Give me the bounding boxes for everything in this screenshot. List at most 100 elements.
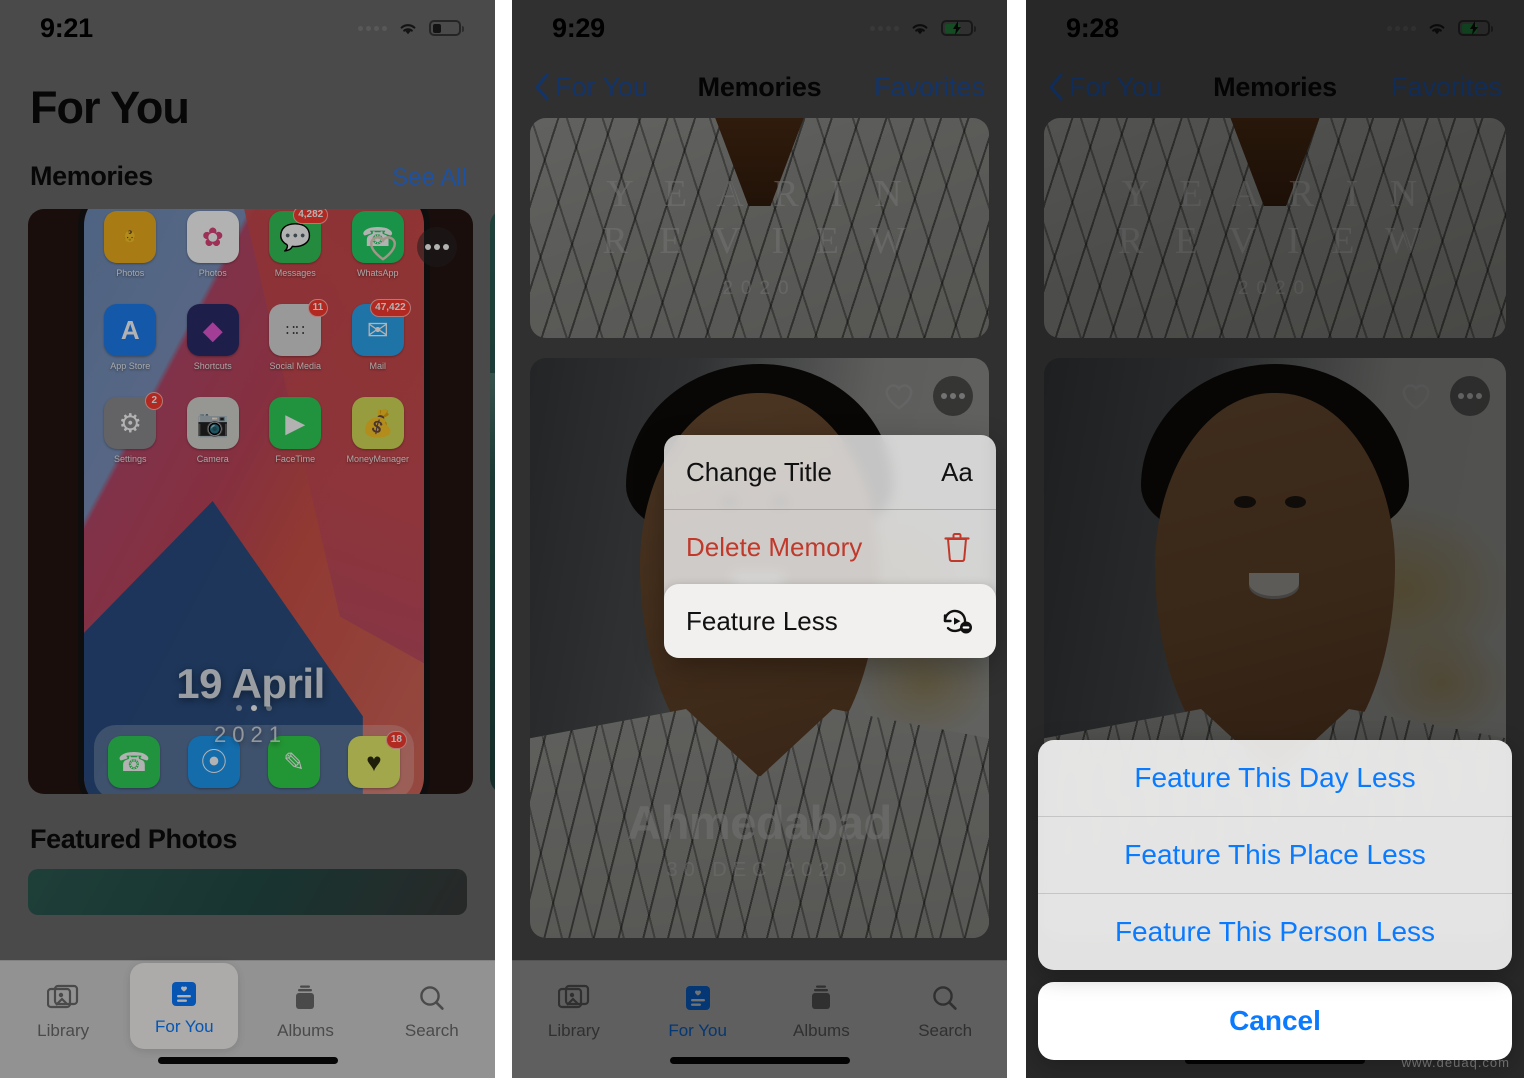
- action-feature-person-less[interactable]: Feature This Person Less: [1038, 894, 1512, 970]
- memory-card-actions: [363, 227, 457, 267]
- home-app-icon: ∷∷ 11 Social Media: [257, 299, 334, 371]
- portrait-eye: [1284, 496, 1307, 509]
- action-feature-day-less[interactable]: Feature This Day Less: [1038, 740, 1512, 816]
- trash-icon: [940, 530, 974, 564]
- memory-card[interactable]: [490, 209, 495, 794]
- home-app-icon: 📷 Camera: [175, 397, 252, 464]
- wifi-icon: [400, 24, 416, 35]
- ellipsis-icon[interactable]: [1450, 376, 1490, 416]
- phone-panel-context-menu: 9:29 For You Memories Favorites Y E A R …: [512, 0, 1007, 1078]
- heart-icon[interactable]: [879, 376, 919, 416]
- status-indicators: [358, 19, 464, 37]
- featured-photos-strip[interactable]: [28, 869, 467, 915]
- featured-photos-section-header: Featured Photos: [0, 799, 495, 855]
- favorites-button[interactable]: Favorites: [1391, 72, 1502, 103]
- tab-label: Library: [37, 1021, 90, 1040]
- memories-section-header: Memories See All: [0, 134, 495, 192]
- battery-low-icon: [429, 20, 464, 36]
- tab-label: Albums: [277, 1021, 334, 1040]
- tab-albums[interactable]: Albums: [760, 973, 884, 1047]
- tab-search[interactable]: Search: [369, 973, 495, 1047]
- heart-icon[interactable]: [363, 227, 403, 267]
- home-app-icon: ✿ Photos: [175, 211, 252, 278]
- signal-dots-icon: [1387, 25, 1416, 31]
- phone-panel-action-sheet: 9:28 For You Memories Favorites Y E A R …: [1026, 0, 1524, 1078]
- home-app-icon: ✉ 47,422 Mail: [340, 299, 417, 371]
- albums-icon: [286, 981, 324, 1015]
- back-button[interactable]: For You: [534, 72, 648, 103]
- tab-search[interactable]: Search: [883, 973, 1007, 1047]
- status-time: 9:29: [552, 12, 605, 43]
- action-sheet-options: Feature This Day Less Feature This Place…: [1038, 740, 1512, 970]
- tab-library[interactable]: Library: [512, 973, 636, 1047]
- menu-item-feature-less[interactable]: Feature Less: [664, 584, 996, 658]
- signal-dots-icon: [870, 25, 899, 31]
- action-feature-place-less[interactable]: Feature This Place Less: [1038, 817, 1512, 893]
- search-icon: [926, 981, 964, 1015]
- memory-title-line-2: R E V I E W: [602, 220, 917, 263]
- status-bar: 9:29: [512, 0, 1007, 56]
- tab-albums[interactable]: Albums: [242, 973, 368, 1047]
- home-indicator: [669, 1057, 850, 1064]
- phone-panel-for-you: 9:21 For You Memories See All 👶 Photos ✿…: [0, 0, 495, 1078]
- watermark: www.deuaq.com: [1401, 1055, 1510, 1070]
- memory-card[interactable]: Y E A R I N R E V I E W 2020: [1044, 118, 1506, 338]
- wifi-icon: [1429, 24, 1445, 35]
- see-all-link[interactable]: See All: [392, 164, 467, 192]
- home-app-icon: ◆ Shortcuts: [175, 304, 252, 371]
- chevron-left-icon: [1049, 73, 1063, 101]
- memory-card-overlay-title: Y E A R I N R E V I E W 2020: [1044, 171, 1506, 300]
- menu-item-change-title[interactable]: Change Title Aa: [664, 435, 996, 509]
- chevron-left-icon: [535, 73, 549, 101]
- panel-gap: [1007, 0, 1026, 1078]
- back-label: For You: [555, 71, 649, 102]
- memory-card-overlay-title: Y E A R I N R E V I E W 2020: [530, 171, 989, 300]
- memory-card-actions: [1396, 376, 1490, 416]
- memories-carousel[interactable]: 👶 Photos ✿ Photos 💬 4,282 Messages ☎ WhatsApp…: [0, 209, 495, 799]
- heart-icon[interactable]: [1396, 376, 1436, 416]
- menu-item-delete-memory[interactable]: Delete Memory: [664, 510, 996, 584]
- back-label: For You: [1069, 71, 1163, 102]
- home-app-icon: 💬 4,282 Messages: [257, 209, 334, 278]
- memory-card[interactable]: 👶 Photos ✿ Photos 💬 4,282 Messages ☎ WhatsApp…: [28, 209, 473, 794]
- home-app-icon: 💰 MoneyManager: [340, 397, 417, 464]
- tab-label: Library: [547, 1021, 600, 1040]
- albums-icon: [802, 981, 840, 1015]
- menu-item-label: Feature Less: [686, 605, 838, 636]
- page-title: For You: [30, 82, 190, 133]
- tab-for-you[interactable]: For You: [130, 963, 239, 1049]
- tab-library[interactable]: Library: [0, 973, 126, 1047]
- memory-card-actions: [879, 376, 973, 416]
- wifi-icon: [912, 24, 928, 35]
- tab-label: For You: [155, 1017, 214, 1036]
- tab-bar: Library For You Albums Search: [512, 960, 1007, 1078]
- for-you-card-icon: [679, 981, 717, 1015]
- home-app-icon: ▶ FaceTime: [257, 397, 334, 464]
- photo-stack-icon: [44, 981, 82, 1015]
- memory-card-date: 30 DEC 2020: [666, 859, 853, 881]
- ellipsis-icon[interactable]: [417, 227, 457, 267]
- menu-item-label: Delete Memory: [686, 531, 863, 562]
- search-icon: [413, 981, 451, 1015]
- portrait-eye: [1234, 496, 1256, 509]
- navigation-bar: For You Memories Favorites: [512, 56, 1007, 118]
- back-button[interactable]: For You: [1048, 72, 1162, 103]
- text-format-icon: Aa: [941, 456, 973, 487]
- memory-year: 2020: [1237, 277, 1313, 299]
- tab-for-you[interactable]: For You: [636, 973, 760, 1047]
- menu-item-label: Change Title: [686, 456, 832, 487]
- tab-label: Search: [918, 1021, 973, 1040]
- ellipsis-icon[interactable]: [933, 376, 973, 416]
- memory-card-title: 19 April: [176, 660, 325, 707]
- status-time: 9:28: [1066, 12, 1119, 43]
- favorites-button[interactable]: Favorites: [874, 72, 985, 103]
- home-app-icon: 👶 Photos: [92, 211, 169, 278]
- home-app-icon: A App Store: [92, 304, 169, 371]
- memory-title-line-1: Y E A R I N: [1121, 172, 1429, 215]
- battery-charging-icon: [941, 20, 976, 36]
- photo-stack-icon: [555, 981, 593, 1015]
- memory-card[interactable]: Y E A R I N R E V I E W 2020: [530, 118, 989, 338]
- cancel-button[interactable]: Cancel: [1038, 982, 1512, 1060]
- tab-label: Albums: [793, 1021, 850, 1040]
- context-menu: Change Title Aa Delete Memory Feature Le…: [664, 435, 996, 658]
